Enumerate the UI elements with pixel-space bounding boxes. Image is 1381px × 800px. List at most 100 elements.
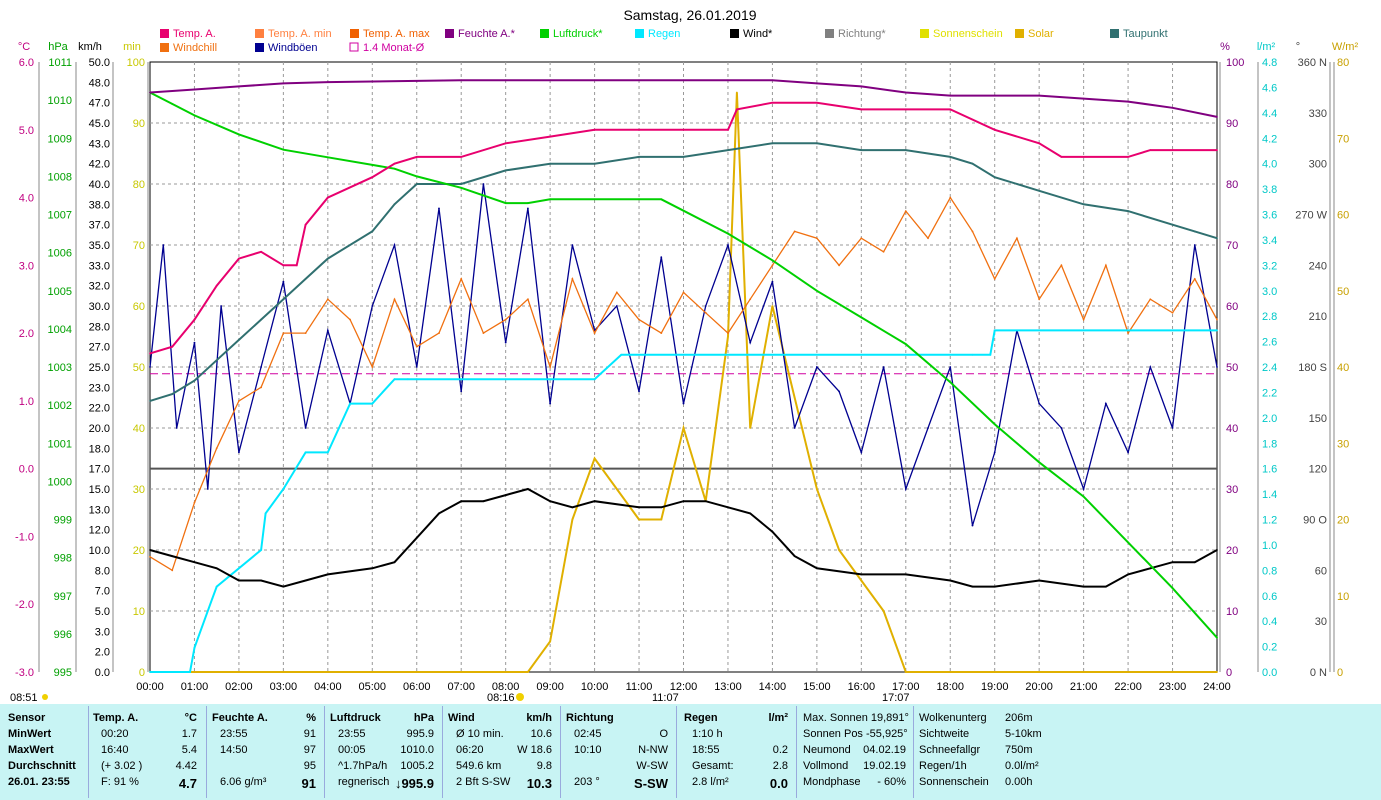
legend-label: Temp. A. min [268,28,332,40]
data-point [504,169,507,172]
data-point [393,298,396,301]
data-point [815,366,818,368]
axis-tick-label: 12.0 [89,525,110,537]
astro-label: Max. Sonnen 19,891° [803,712,909,724]
data-point [415,183,418,185]
data-point [295,264,298,267]
axis-tick-label: 1008 [48,171,72,183]
data-point [460,183,463,185]
data-point [371,164,374,166]
astro-value: 19.02.19 [863,760,906,772]
data-point [371,176,374,179]
axis-tick-label: 90 [133,118,145,130]
data-point [504,202,507,204]
x-tick-label: 24:00 [1203,681,1231,693]
misc-value: 750m [1005,744,1033,756]
axis-tick-label: 28.0 [89,321,110,333]
axis-tick-label: 4.0 [1262,159,1277,171]
data-point [438,207,440,210]
x-tick-label: 22:00 [1114,681,1142,693]
axis-tick-label: 300 [1309,159,1327,171]
legend-label: 1.4 Monat-Ø [363,42,425,54]
data-point [393,167,396,170]
luftdruck-time: 23:55 [338,728,366,740]
axis-tick-label: 2.8 [1262,311,1277,323]
data-point [660,518,663,521]
data-point [1127,541,1129,544]
data-point [682,155,685,158]
data-point [211,597,214,600]
data-point [904,573,907,576]
astro-label: Sonnen Pos -55,925° [803,728,908,740]
data-point [771,79,774,82]
data-point [571,518,574,521]
data-point [304,332,307,335]
axis-tick-label: 40 [133,423,145,435]
data-point [460,79,463,82]
column-separator [88,706,89,798]
regen-value: 0.0 [769,776,788,791]
axis-tick-label: 4.6 [1262,82,1277,94]
richtung-time: 02:45 [574,728,602,740]
data-point [989,353,992,356]
axis-tick-label: 2.2 [1262,387,1277,399]
axis-tick-label: 4.4 [1262,108,1277,120]
wind-time: Ø 10 min. [456,728,504,740]
data-point [571,506,574,509]
x-tick-label: 13:00 [714,681,742,693]
axis-tick-label: -2.0 [15,599,34,611]
data-point [220,305,223,307]
legend-label: Wind* [743,28,773,40]
data-point [1038,579,1041,582]
axis-tick-label: 80 [1337,57,1349,69]
axis-tick-label: 0.0 [95,667,110,679]
data-point [1060,427,1063,429]
data-point [993,176,996,179]
wind-value: 10.3 [526,776,552,791]
data-point [1104,264,1107,267]
luftdruck-unit: hPa [413,712,434,724]
data-point [460,186,463,189]
data-point [549,500,552,503]
data-point [438,512,440,515]
data-point [993,329,996,332]
axis-tick-label: 100 [127,57,145,69]
data-point [971,162,974,165]
regen-time: 1:10 h [692,728,723,740]
data-point [815,289,818,292]
wind-value: 10.6 [530,728,552,740]
feuchte-value: 91 [301,776,316,791]
feuchte-unit: % [306,712,316,724]
data-point [735,91,738,94]
data-point [882,610,885,612]
axis-tick-label: 999 [54,515,72,527]
data-point [638,155,640,158]
legend-swatch [730,29,739,38]
data-point [171,555,174,557]
feuchte-header: Feuchte A. [212,712,268,724]
data-point [1149,298,1152,301]
axis-tick-label: 0.0 [1262,667,1277,679]
data-point [815,488,818,490]
data-point [682,79,685,82]
summary-table: Sensor MinWert MaxWert Durchschnitt 26.01. 2… [0,704,1381,800]
x-tick-label: 10:00 [581,681,609,693]
data-point [638,390,640,393]
axis-tick-label: 10 [1226,606,1238,618]
data-point [304,223,307,226]
data-point [393,244,396,246]
data-point [682,291,685,294]
axis-tick-label: 40.0 [89,179,110,191]
data-point [904,108,907,111]
sunrise-label: 08:16 [487,692,515,704]
data-point [727,79,729,82]
axis-tick-label: 1007 [48,210,72,222]
axis-tick-label: 1.8 [1262,438,1277,450]
data-point [260,549,263,551]
data-point [882,366,885,368]
axis-tick-label: 33.0 [89,260,110,272]
sun-marker-label: 08:51 [10,692,38,704]
data-point [189,671,191,673]
data-point [1082,203,1085,206]
data-point [860,85,863,88]
